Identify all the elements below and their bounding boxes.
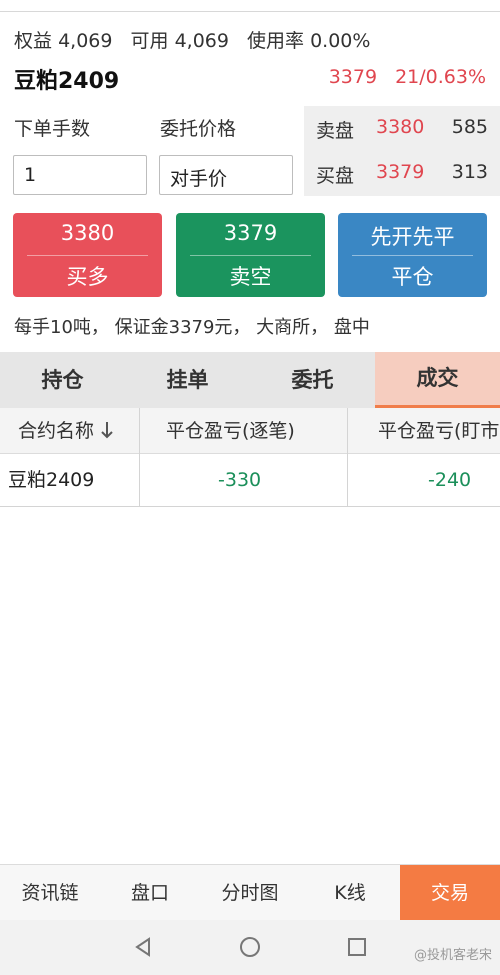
nav-trade[interactable]: 交易 — [400, 865, 500, 921]
row-contract: 豆粕2409 — [8, 469, 95, 491]
table-header: 合约名称 平仓盈亏(逐笔) 平仓盈亏(盯市) — [0, 408, 500, 454]
account-summary: 权益 4,069 可用 4,069 使用率 0.00% — [14, 26, 382, 53]
price-label: 委托价格 — [160, 118, 237, 140]
price-change: 21/0.63% — [395, 66, 486, 88]
bid-row: 买盘 3379 313 — [304, 151, 500, 195]
row-pnl-trade: -330 — [218, 469, 262, 491]
qty-label: 下单手数 — [14, 118, 91, 140]
table-row[interactable]: 豆粕2409 -330 -240 — [0, 454, 500, 507]
watermark: @投机客老宋 — [413, 948, 492, 963]
ask-row: 卖盘 3380 585 — [304, 106, 500, 150]
position-tabs: 持仓 挂单 委托 成交 — [0, 352, 500, 408]
ask-price: 3380 — [376, 116, 425, 138]
recents-icon[interactable] — [346, 936, 368, 958]
bid-price: 3379 — [376, 161, 425, 183]
bottom-nav: 资讯链 盘口 分时图 K线 交易 — [0, 864, 500, 921]
last-price: 3379 — [328, 66, 378, 88]
buy-long-button[interactable]: 3380 买多 — [13, 213, 162, 297]
sell-label: 卖空 — [229, 265, 272, 289]
price-type-input[interactable]: 对手价 — [159, 155, 293, 195]
tab-trades[interactable]: 成交 — [375, 352, 500, 408]
usage-rate: 使用率 0.00% — [247, 30, 371, 52]
equity: 权益 4,069 — [14, 30, 113, 52]
ask-volume: 585 — [451, 116, 488, 138]
home-icon[interactable] — [239, 936, 261, 958]
top-status-edge — [0, 0, 500, 12]
close-mode: 先开先平 — [370, 225, 455, 249]
nav-order-book[interactable]: 盘口 — [100, 865, 200, 921]
contract-info: 每手10吨， 保证金3379元， 大商所， 盘中 — [14, 317, 370, 338]
close-position-button[interactable]: 先开先平 平仓 — [338, 213, 487, 297]
arrow-down-icon — [101, 422, 113, 439]
sell-price: 3379 — [223, 221, 278, 245]
back-icon[interactable] — [132, 936, 154, 958]
tab-pending[interactable]: 挂单 — [125, 352, 250, 408]
bid-volume: 313 — [451, 161, 488, 183]
header-contract[interactable]: 合约名称 — [18, 408, 114, 454]
tab-positions[interactable]: 持仓 — [0, 352, 125, 408]
header-pnl-trade[interactable]: 平仓盈亏(逐笔) — [166, 408, 295, 454]
symbol-quote: 3379 21/0.63% — [311, 66, 486, 88]
ask-label: 卖盘 — [316, 120, 355, 142]
header-pnl-mark[interactable]: 平仓盈亏(盯市) — [378, 408, 500, 454]
order-book: 卖盘 3380 585 买盘 3379 313 — [304, 106, 500, 196]
buy-price: 3380 — [60, 221, 115, 245]
qty-input[interactable]: 1 — [13, 155, 147, 195]
system-nav-bar: @投机客老宋 — [0, 920, 500, 975]
buy-label: 买多 — [66, 265, 109, 289]
tab-orders[interactable]: 委托 — [250, 352, 375, 408]
bid-label: 买盘 — [316, 165, 355, 187]
symbol-name[interactable]: 豆粕2409 — [14, 63, 119, 95]
nav-kline[interactable]: K线 — [300, 865, 400, 921]
sell-short-button[interactable]: 3379 卖空 — [176, 213, 325, 297]
nav-intraday[interactable]: 分时图 — [200, 865, 300, 921]
available: 可用 4,069 — [130, 30, 229, 52]
row-pnl-mark: -240 — [428, 469, 472, 491]
close-label: 平仓 — [391, 265, 434, 289]
nav-news-chain[interactable]: 资讯链 — [0, 865, 100, 921]
